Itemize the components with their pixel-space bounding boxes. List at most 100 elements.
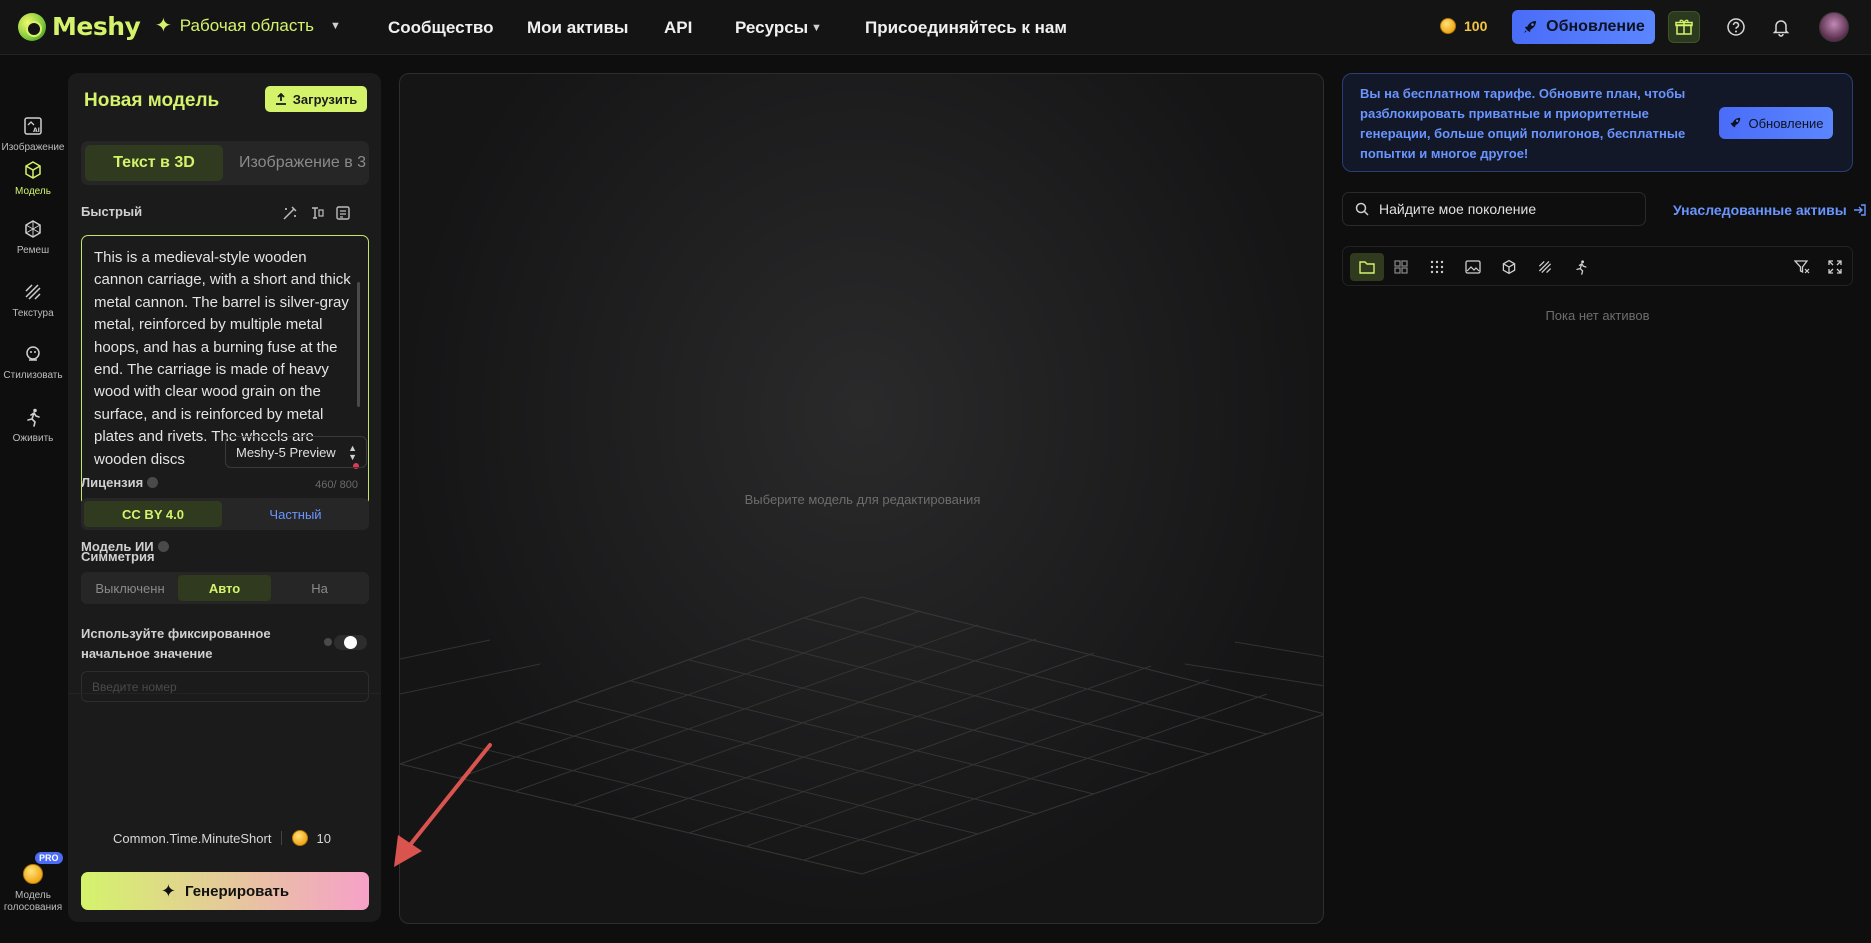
rail-item-remesh[interactable]: Ремеш	[0, 219, 66, 257]
nav-link-my-assets[interactable]: Мои активы	[527, 18, 628, 38]
notice-upgrade-button[interactable]: Обновление	[1719, 107, 1833, 139]
chevron-down-icon: ▼	[811, 22, 822, 34]
nav-link-community[interactable]: Сообщество	[388, 18, 494, 38]
text-cursor-icon	[312, 207, 324, 219]
workspace-dropdown[interactable]: ✦ Рабочая область ▼	[155, 16, 341, 36]
seed-toggle[interactable]	[324, 633, 367, 651]
dots-grid-icon	[1430, 260, 1444, 274]
symmetry-label: Симметрия	[81, 549, 155, 564]
text-format-button[interactable]	[307, 203, 327, 223]
rail-item-image[interactable]: AI Изображение	[0, 116, 66, 154]
rocket-icon	[1731, 117, 1741, 128]
symmetry-option-off[interactable]: Выключенн	[84, 575, 176, 601]
voting-icon: PRO	[21, 852, 63, 884]
filter-texture-button[interactable]	[1535, 257, 1555, 277]
symmetry-option-auto[interactable]: Авто	[178, 575, 271, 601]
cost-value: 10	[316, 830, 331, 846]
upgrade-button[interactable]: Обновление	[1512, 10, 1655, 44]
filter-button[interactable]	[1792, 257, 1812, 277]
rocket-icon	[1524, 21, 1537, 33]
upload-label: Загрузить	[292, 91, 358, 107]
filter-icon	[1794, 260, 1810, 274]
legacy-assets-link[interactable]: Унаследованные активы	[1673, 202, 1867, 218]
prompt-scrollbar[interactable]	[357, 282, 360, 407]
running-figure-icon	[27, 408, 40, 427]
annotation-arrow-icon	[394, 743, 492, 867]
gift-button[interactable]	[1668, 11, 1700, 43]
help-button[interactable]	[1724, 15, 1748, 39]
license-option-cc[interactable]: CC BY 4.0	[84, 501, 222, 527]
ai-model-select[interactable]: Meshy-5 Preview ▲ ▼	[225, 436, 367, 468]
time-estimate: Common.Time.MinuteShort	[113, 830, 272, 846]
rail-item-label: Оживить	[12, 433, 54, 444]
filter-all-button[interactable]	[1427, 257, 1447, 277]
tab-text-to-3d[interactable]: Текст в 3D	[85, 145, 223, 181]
coin-icon	[292, 830, 309, 846]
magic-wand-icon	[283, 206, 297, 220]
texture-icon	[1538, 260, 1552, 274]
nav-link-resources[interactable]: Ресурсы	[735, 18, 808, 38]
filter-image-button[interactable]	[1463, 257, 1483, 277]
logo-mark-icon	[18, 12, 46, 41]
help-icon	[1727, 18, 1745, 36]
seed-label: Используйте фиксированное начальное знач…	[81, 626, 271, 661]
rail-item-label: Модель голосования	[3, 890, 63, 913]
3d-viewport[interactable]: Выберите модель для редактирования	[399, 73, 1324, 924]
meshy-logo[interactable]: Meshy	[18, 12, 141, 41]
sign-in-icon	[1853, 204, 1866, 216]
magic-wand-button[interactable]	[280, 203, 300, 223]
rail-item-animate[interactable]: Оживить	[0, 407, 66, 445]
generation-meta: Common.Time.MinuteShort 10	[113, 830, 331, 846]
ai-model-value: Meshy-5 Preview	[236, 444, 336, 460]
top-navbar: Meshy ✦ Рабочая область ▼ Сообщество Мои…	[0, 0, 1871, 55]
expand-button[interactable]	[1825, 257, 1845, 277]
rail-item-label: Изображение	[1, 142, 65, 153]
cube-icon	[25, 161, 41, 179]
generation-panel: Новая модель Загрузить Текст в 3D Изобра…	[68, 73, 381, 922]
sparkle-icon: ✦	[160, 880, 176, 901]
upload-button[interactable]: Загрузить	[265, 86, 367, 112]
filter-model-button[interactable]	[1499, 257, 1519, 277]
notifications-button[interactable]	[1769, 15, 1793, 39]
license-label-text: Лицензия	[81, 475, 144, 490]
rail-item-voting-model[interactable]: PRO Модель голосования	[0, 852, 66, 914]
folder-icon	[1359, 261, 1375, 274]
prompt-section-label: Быстрый	[81, 204, 143, 219]
filter-animation-button[interactable]	[1571, 257, 1591, 277]
toggle-knob	[344, 636, 357, 649]
divider	[281, 831, 283, 845]
folder-view-button[interactable]	[1350, 253, 1384, 281]
viewport-hint: Выберите модель для редактирования	[744, 492, 981, 507]
asset-filter-bar	[1342, 246, 1853, 286]
nav-link-join-us[interactable]: Присоединяйтесь к нам	[865, 18, 1067, 38]
license-label: Лицензия	[81, 475, 159, 490]
prompt-list-button[interactable]	[333, 203, 353, 223]
rail-item-label: Стилизовать	[3, 370, 63, 381]
rail-item-model[interactable]: Модель	[0, 160, 66, 198]
symmetry-option-on[interactable]: На	[273, 575, 366, 601]
rail-item-texture[interactable]: Текстура	[0, 282, 66, 320]
expand-icon	[1828, 260, 1842, 274]
svg-text:AI: AI	[33, 127, 40, 134]
notice-upgrade-label: Обновление	[1748, 115, 1824, 131]
upload-icon	[275, 93, 286, 105]
rail-item-stylize[interactable]: Стилизовать	[0, 344, 66, 382]
asset-search-input[interactable]: Найдите мое поколение	[1342, 192, 1646, 226]
tab-image-to-3d[interactable]: Изображение в 3D	[231, 145, 366, 181]
empty-assets-text: Пока нет активов	[1545, 308, 1650, 323]
coin-icon	[1440, 18, 1456, 34]
nav-link-api[interactable]: API	[664, 18, 692, 38]
credits-indicator[interactable]: 100	[1440, 18, 1487, 34]
generate-button[interactable]: ✦ Генерировать	[81, 872, 369, 910]
grid-view-button[interactable]	[1391, 257, 1411, 277]
workspace-label: Рабочая область	[179, 16, 314, 35]
rail-item-label: Модель	[15, 186, 51, 197]
search-placeholder: Найдите мое поколение	[1379, 201, 1537, 217]
grid-icon	[1394, 260, 1408, 274]
tool-rail: AI Изображение Модель Ремеш Текстура Сти…	[0, 56, 66, 943]
license-option-private[interactable]: Частный	[225, 501, 366, 527]
user-avatar[interactable]	[1819, 12, 1849, 42]
running-figure-icon	[1576, 260, 1587, 275]
gift-icon	[1675, 19, 1693, 35]
chevron-down-icon: ▼	[330, 20, 341, 32]
